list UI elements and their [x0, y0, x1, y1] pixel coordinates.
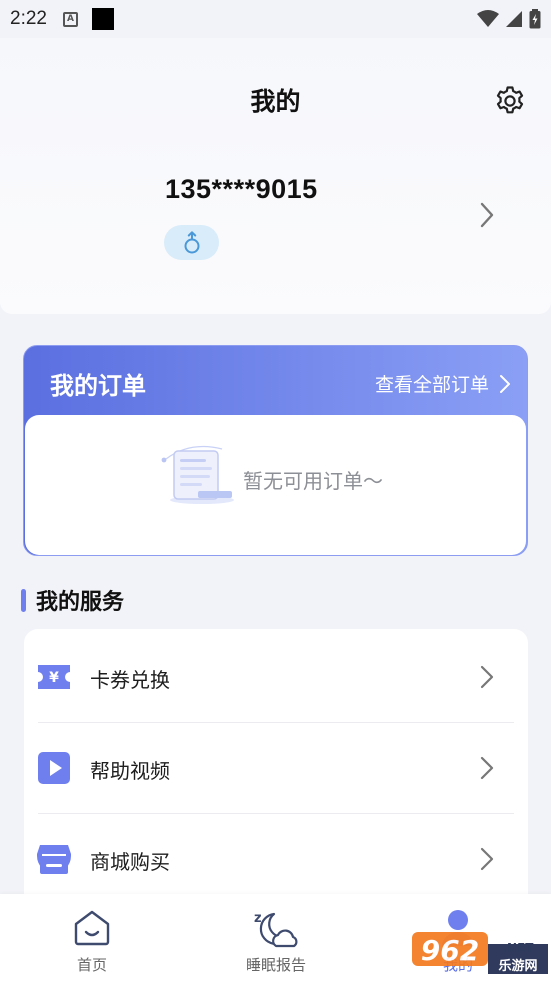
profile-chevron-right-icon[interactable]	[478, 201, 496, 229]
status-time: 2:22	[10, 8, 47, 29]
site-watermark-logo: 962 .NET 乐游网	[412, 932, 548, 974]
page-title: 我的	[250, 87, 301, 116]
view-all-orders-label: 查看全部订单	[374, 374, 489, 396]
male-gender-icon	[184, 230, 199, 253]
video-play-icon	[38, 752, 70, 784]
watermark-site: 乐游网	[498, 958, 537, 974]
status-indicators	[477, 9, 541, 29]
coupon-icon: ¥	[38, 665, 70, 689]
service-item-help-video[interactable]: 帮助视频	[24, 722, 528, 813]
services-title: 我的服务	[36, 590, 125, 615]
home-icon	[74, 910, 110, 946]
settings-gear-icon[interactable]	[494, 85, 526, 117]
watermark-brand: 962	[421, 934, 479, 967]
watermark-suffix: .NET	[503, 941, 535, 955]
empty-orders-text: 暂无可用订单～	[243, 469, 383, 493]
cell-signal-icon	[506, 11, 522, 27]
nav-tab-label: 睡眠报告	[245, 956, 306, 974]
services-list: ¥ 卡券兑换 帮助视频 商城购买	[24, 629, 528, 929]
status-bar: 2:22 A	[0, 0, 551, 38]
wifi-icon	[477, 10, 499, 27]
user-phone-number: 135****9015	[165, 174, 318, 204]
svg-text:¥: ¥	[49, 670, 59, 686]
gender-badge	[164, 225, 219, 260]
notification-a-icon: A	[62, 11, 78, 27]
empty-document-icon	[161, 446, 234, 504]
chevron-right-icon	[500, 374, 510, 393]
orders-empty-state: 暂无可用订单～	[25, 415, 526, 555]
orders-title: 我的订单	[50, 372, 146, 400]
section-accent-bar	[21, 588, 26, 612]
service-item-label: 帮助视频	[90, 759, 170, 783]
nav-tab-sleep-report[interactable]: z 睡眠报告	[206, 894, 346, 981]
service-item-shop-purchase[interactable]: 商城购买	[24, 813, 528, 904]
view-all-orders-link[interactable]: 查看全部订单	[375, 370, 511, 397]
chevron-right-icon	[480, 665, 494, 689]
nav-tab-label: 首页	[76, 956, 107, 974]
chevron-right-icon	[480, 847, 494, 871]
svg-text:z: z	[254, 911, 262, 926]
nav-tab-home[interactable]: 首页	[22, 894, 162, 981]
sleep-report-icon: z	[254, 911, 298, 948]
service-item-label: 卡券兑换	[90, 668, 170, 692]
services-heading: 我的服务	[21, 584, 124, 616]
chevron-right-icon	[480, 756, 494, 780]
profile-header: 我的 135****9015	[0, 38, 551, 314]
my-orders-card: 我的订单 查看全部订单 暂无可用订单～	[23, 345, 528, 556]
notification-square-icon	[91, 8, 114, 30]
service-item-coupon-redeem[interactable]: ¥ 卡券兑换	[24, 631, 528, 722]
battery-icon	[529, 9, 541, 29]
shop-icon	[37, 845, 71, 874]
service-item-label: 商城购买	[90, 850, 170, 874]
